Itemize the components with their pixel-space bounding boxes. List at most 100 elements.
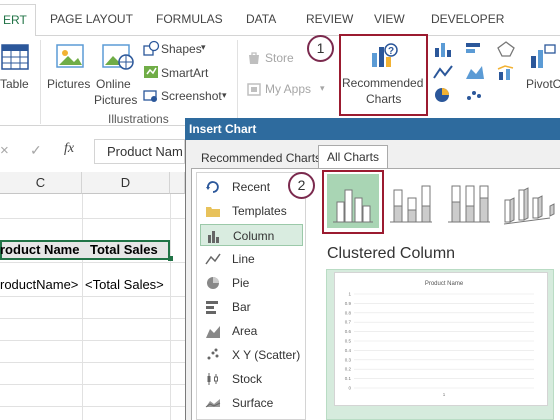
my-apps-button[interactable]: My Apps	[265, 82, 311, 96]
combo-chart-icon[interactable]	[496, 63, 518, 81]
chart-type-scatter[interactable]: X Y (Scatter)	[200, 344, 303, 366]
chart-type-bar[interactable]: Bar	[200, 296, 303, 318]
chart-type-label: Surface	[232, 396, 274, 410]
cell-total-sales-header[interactable]: Total Sales	[90, 242, 158, 257]
worksheet-grid[interactable]	[0, 170, 185, 420]
radar-chart-icon[interactable]	[496, 40, 518, 58]
chart-type-area[interactable]: Area	[200, 320, 303, 342]
preview-y-tick-label: 0.7	[345, 320, 352, 325]
tab-data[interactable]: DATA	[246, 12, 276, 26]
smartart-icon[interactable]	[142, 63, 160, 81]
line-chart-icon[interactable]	[432, 63, 454, 81]
fill-handle[interactable]	[168, 256, 173, 261]
my-apps-icon[interactable]	[246, 81, 262, 97]
formula-input[interactable]: Product Nam	[94, 139, 185, 164]
percent-stacked-column-icon[interactable]	[444, 176, 502, 232]
screenshot-button[interactable]: Screenshot	[161, 89, 222, 103]
3d-column-icon[interactable]	[500, 176, 558, 232]
tab-all-charts[interactable]: All Charts	[318, 145, 389, 169]
screenshot-icon[interactable]	[142, 87, 160, 105]
clustered-column-icon	[333, 189, 373, 223]
confirm-entry-icon[interactable]: ✓	[30, 142, 42, 159]
column-header-d[interactable]: D	[82, 172, 170, 194]
preview-chart-title: Product Name	[425, 281, 464, 287]
column-header-c[interactable]: C	[0, 172, 82, 194]
tab-developer[interactable]: DEVELOPER	[431, 12, 504, 26]
step-callout-2: 2	[288, 172, 315, 199]
preview-y-tick-label: 0.4	[345, 348, 352, 353]
my-apps-dropdown-arrow[interactable]: ▾	[320, 83, 325, 94]
screenshot-dropdown-arrow[interactable]: ▾	[222, 90, 227, 101]
online-pictures-icon[interactable]	[101, 42, 135, 72]
stacked-column-icon[interactable]	[386, 176, 444, 232]
recommended-charts-label-1[interactable]: Recommended	[342, 76, 423, 91]
tab-review[interactable]: REVIEW	[306, 12, 353, 26]
area-chart-icon	[206, 326, 220, 338]
row-divider	[0, 340, 185, 341]
preview-x-tick-label: 1	[443, 392, 446, 397]
shapes-icon[interactable]	[142, 40, 160, 58]
chart-type-label: X Y (Scatter)	[232, 348, 301, 362]
pictures-button-label[interactable]: Pictures	[47, 77, 90, 92]
row-divider	[0, 384, 185, 385]
tab-page-layout[interactable]: PAGE LAYOUT	[50, 12, 133, 26]
preview-y-tick-label: 0.1	[345, 376, 352, 381]
insert-function-button[interactable]: fx	[64, 141, 74, 157]
chart-type-label: Bar	[232, 300, 251, 314]
tab-formulas[interactable]: FORMULAS	[156, 12, 223, 26]
column-divider	[82, 194, 83, 420]
row-divider	[0, 296, 185, 297]
online-pictures-label-2[interactable]: Pictures	[94, 93, 137, 108]
table-icon[interactable]	[0, 42, 30, 72]
row-divider	[0, 318, 185, 319]
pie-chart-icon	[207, 277, 219, 289]
chart-type-line[interactable]: Line	[200, 248, 303, 270]
area-chart-icon[interactable]	[464, 63, 486, 81]
column-chart-icon[interactable]	[432, 40, 454, 58]
preview-y-tick-label: 0.6	[345, 329, 352, 334]
preview-y-tick-label: 0	[348, 386, 351, 391]
recent-icon	[206, 181, 219, 193]
recommended-charts-icon[interactable]: ?	[368, 41, 400, 71]
pivotchart-button-label[interactable]: PivotC	[526, 77, 560, 92]
chart-type-label: Area	[232, 324, 258, 338]
column-divider	[170, 194, 171, 420]
chart-type-column[interactable]: Column	[200, 224, 303, 246]
scatter-chart-icon[interactable]	[464, 86, 486, 104]
column-chart-icon	[208, 231, 219, 243]
chart-type-surface[interactable]: Surface	[200, 392, 303, 414]
table-button-label[interactable]: Table	[0, 77, 29, 92]
chart-type-stock[interactable]: Stock	[200, 368, 303, 390]
cell-product-name-value[interactable]: roductName>	[0, 277, 78, 292]
tab-view[interactable]: VIEW	[374, 12, 405, 26]
cell-total-sales-value[interactable]: <Total Sales>	[85, 277, 164, 292]
tab-insert[interactable]: ERT	[0, 4, 36, 37]
preview-y-tick-label: 0.8	[345, 310, 352, 315]
tab-recommended-charts[interactable]: Recommended Charts	[193, 147, 329, 169]
preview-y-tick-label: 0.2	[345, 367, 352, 372]
row-divider	[0, 362, 185, 363]
shapes-button[interactable]: Shapes	[161, 42, 202, 56]
chart-type-label: Pie	[232, 276, 250, 290]
chart-type-label: Column	[233, 229, 275, 243]
online-pictures-label-1[interactable]: Online	[96, 77, 131, 92]
shapes-dropdown-arrow[interactable]: ▾	[201, 42, 206, 53]
chart-preview-plot: Product Name 1 0.9 0.8 0.7 0.6 0.5 0.4 0.3 0.2 0.1…	[345, 281, 534, 397]
column-header-e[interactable]	[170, 172, 185, 194]
recommended-charts-label-2[interactable]: Charts	[366, 92, 401, 107]
store-icon[interactable]	[246, 50, 262, 66]
row-divider	[0, 262, 185, 263]
cell-product-name-header[interactable]: roduct Name	[0, 242, 79, 257]
pivotchart-icon[interactable]	[528, 42, 558, 72]
chart-type-pie[interactable]: Pie	[200, 272, 303, 294]
pie-chart-icon[interactable]	[432, 86, 454, 104]
bar-chart-icon[interactable]	[464, 40, 486, 58]
store-button[interactable]: Store	[265, 51, 294, 65]
smartart-button[interactable]: SmartArt	[161, 66, 208, 80]
preview-y-tick-label: 0.9	[345, 301, 352, 306]
chart-type-templates[interactable]: Templates	[200, 200, 303, 222]
pictures-icon[interactable]	[54, 42, 86, 72]
cancel-entry-icon[interactable]: ×	[0, 142, 9, 159]
dialog-title: Insert Chart	[185, 118, 560, 140]
bar-chart-icon	[206, 301, 218, 314]
